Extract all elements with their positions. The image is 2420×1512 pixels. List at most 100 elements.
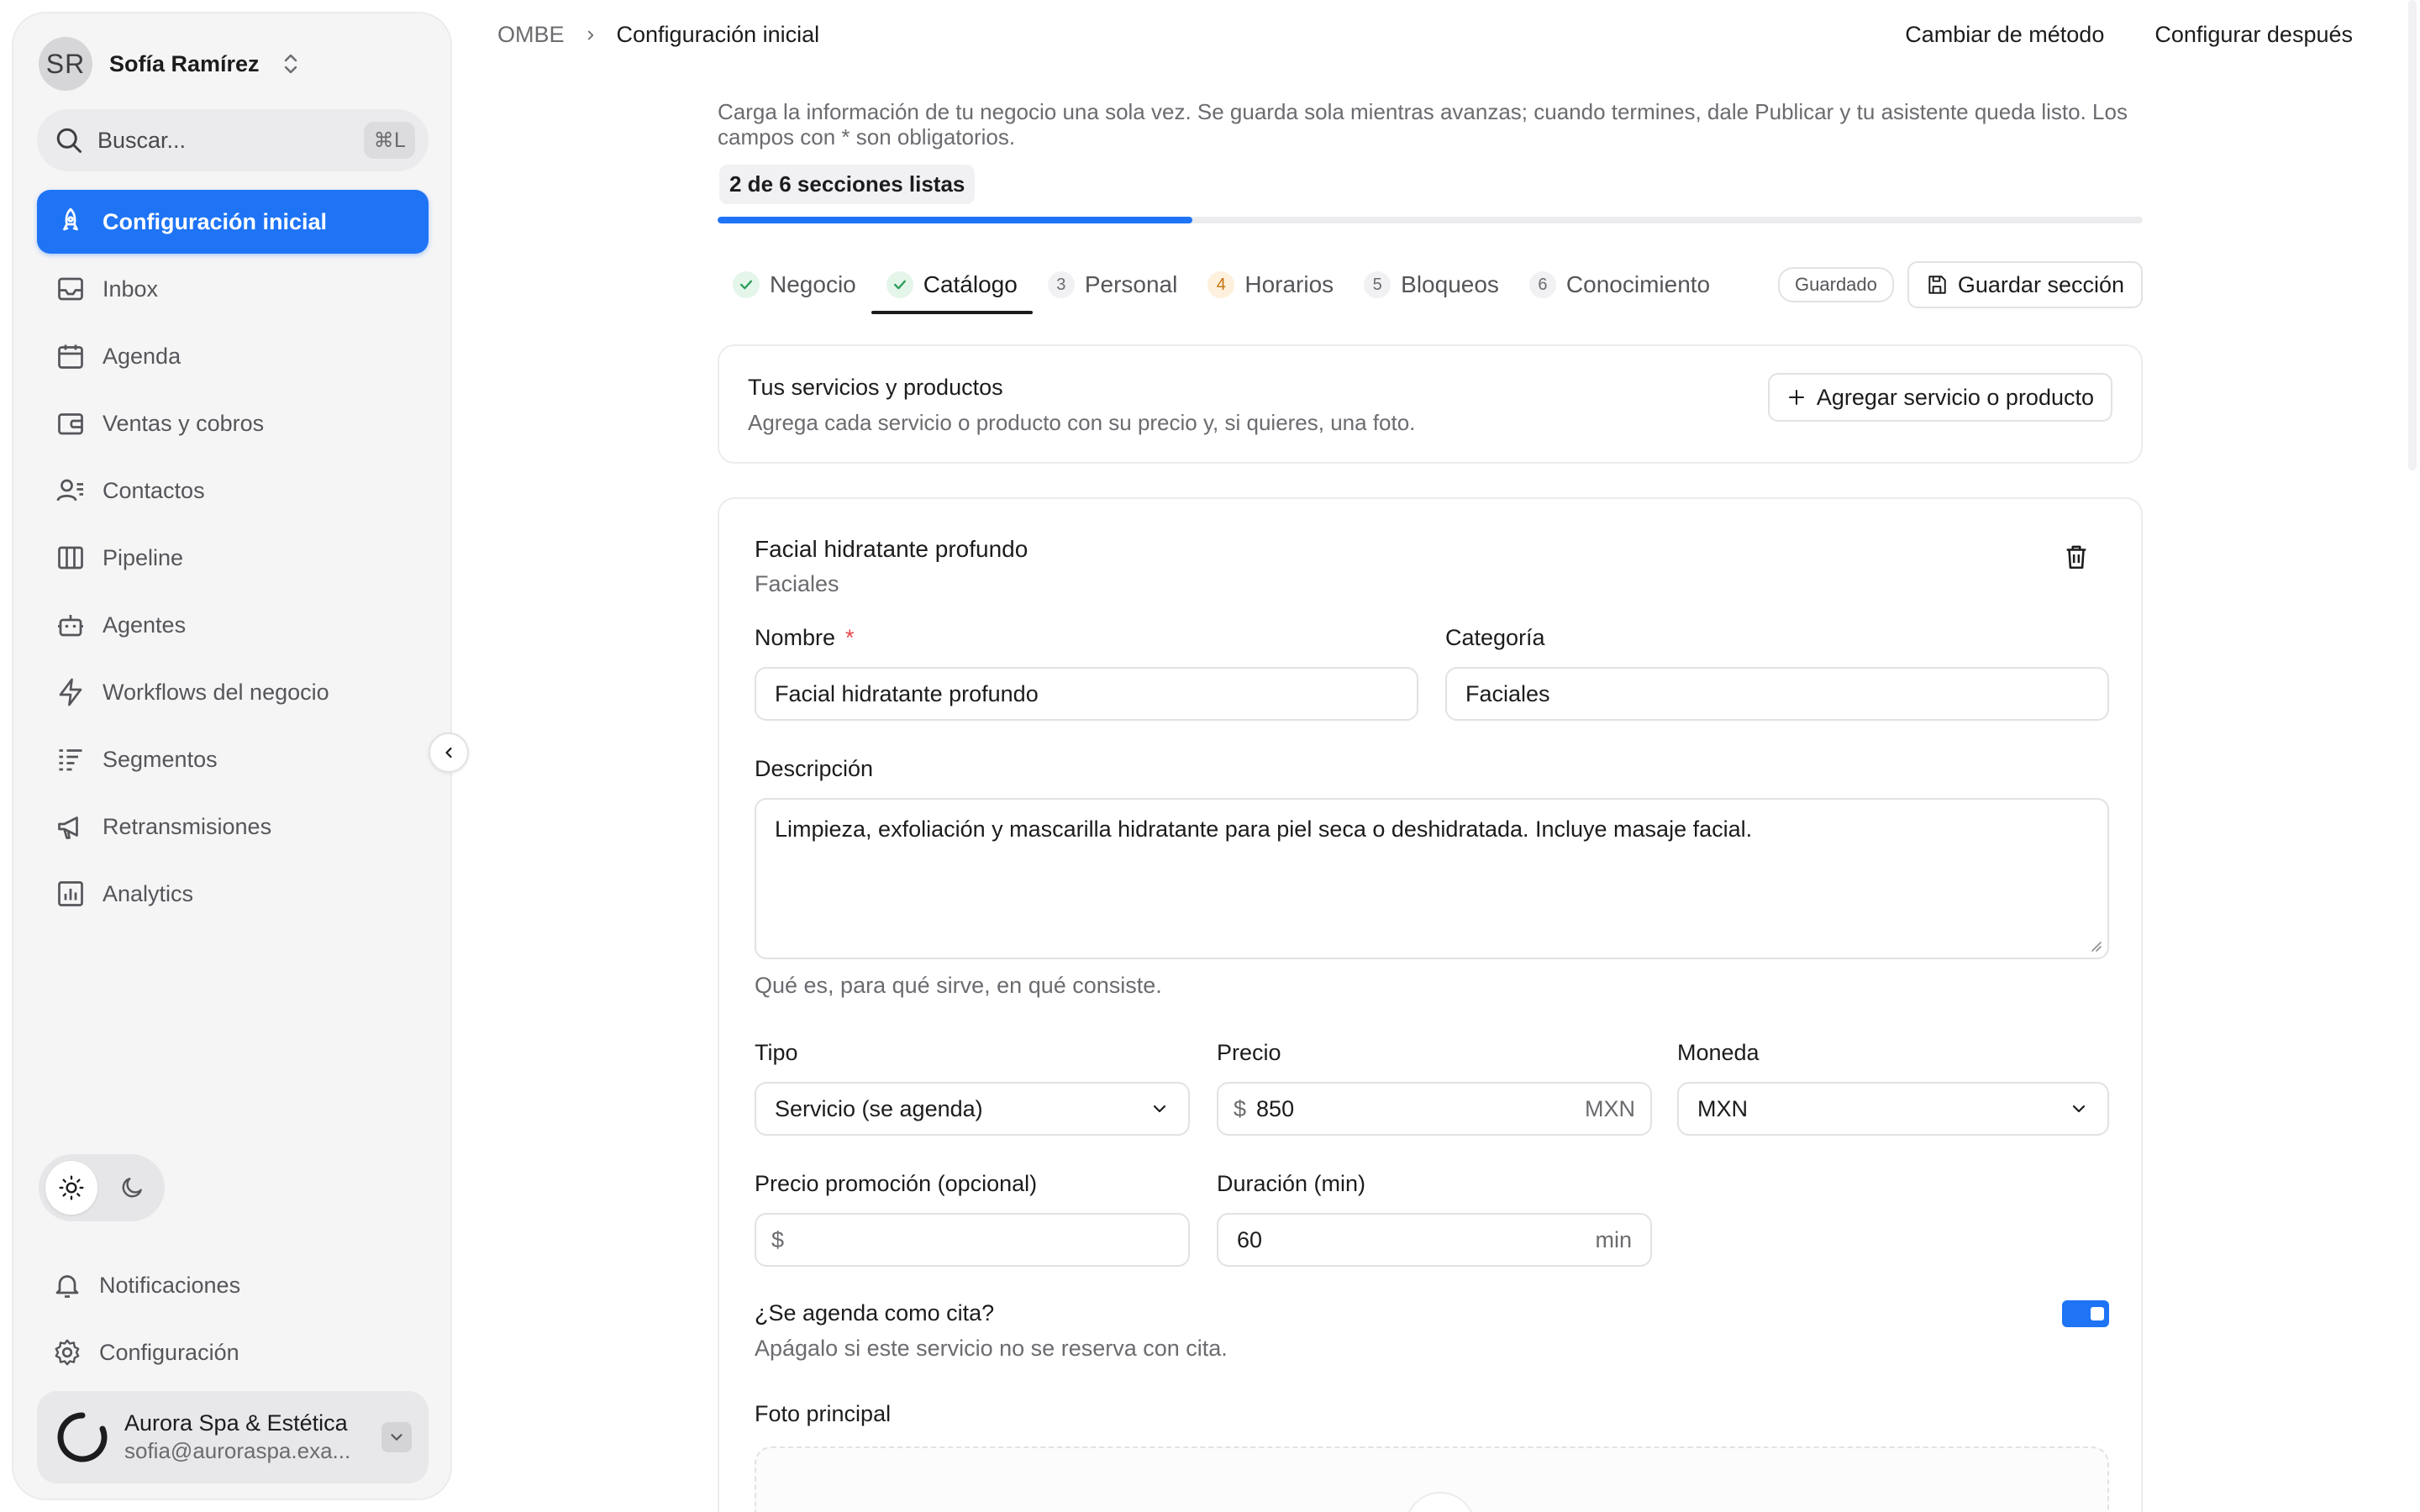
- add-service-button[interactable]: Agregar servicio o producto: [1767, 373, 2112, 422]
- collapse-sidebar-button[interactable]: [429, 732, 469, 773]
- org-switcher[interactable]: Aurora Spa & Estética sofia@auroraspa.ex…: [37, 1391, 429, 1483]
- sun-icon: [58, 1174, 85, 1201]
- chevron-updown-icon: [281, 52, 300, 76]
- price-field[interactable]: $ 850 MXN: [1217, 1082, 1652, 1136]
- search-placeholder: Buscar...: [97, 127, 187, 153]
- wallet-icon: [55, 408, 86, 438]
- bookable-toggle[interactable]: [2062, 1300, 2109, 1327]
- toggle-knob: [2091, 1307, 2104, 1320]
- promo-price-field[interactable]: $: [755, 1213, 1190, 1267]
- sidebar-item-label: Inbox: [103, 276, 159, 302]
- sidebar-item-workflows[interactable]: Workflows del negocio: [37, 660, 429, 724]
- name-label: Nombre *: [755, 625, 855, 651]
- sidebar-item-inbox[interactable]: Inbox: [37, 257, 429, 321]
- light-mode-button[interactable]: [45, 1161, 97, 1215]
- sidebar-item-configuracion-inicial[interactable]: Configuración inicial: [37, 190, 429, 254]
- check-icon: [886, 271, 913, 298]
- tab-label: Personal: [1084, 271, 1178, 297]
- inbox-icon: [55, 274, 86, 304]
- chevron-down-icon: [1150, 1099, 1170, 1119]
- theme-toggle: [39, 1154, 165, 1221]
- page-scrollbar[interactable]: [2408, 0, 2417, 470]
- progress-label: 2 de 6 secciones listas: [719, 165, 976, 204]
- sidebar-item-agentes[interactable]: Agentes: [37, 593, 429, 657]
- promo-price-prefix: $: [771, 1226, 785, 1252]
- breadcrumb-root[interactable]: OMBE: [497, 22, 565, 48]
- currency-select[interactable]: MXN: [1677, 1082, 2109, 1136]
- search-input[interactable]: Buscar... ⌘L: [37, 109, 429, 171]
- search-icon: [54, 125, 84, 155]
- description-hint: Qué es, para qué sirve, en qué consiste.: [755, 973, 1162, 998]
- sidebar-item-label: Pipeline: [103, 544, 184, 570]
- add-service-label: Agregar servicio o producto: [1816, 384, 2094, 410]
- dark-mode-button[interactable]: [106, 1161, 158, 1215]
- moon-icon: [118, 1174, 145, 1201]
- top-actions: Cambiar de método Configurar después: [1905, 22, 2353, 48]
- services-card: Tus servicios y productos Agrega cada se…: [718, 344, 2143, 464]
- category-field[interactable]: Faciales: [1445, 667, 2109, 721]
- type-select-value: Servicio (se agenda): [775, 1095, 983, 1121]
- sidebar-item-label: Ventas y cobros: [103, 410, 265, 436]
- tab-horarios[interactable]: 4 Horarios: [1192, 257, 1349, 312]
- notifications-label: Notificaciones: [99, 1272, 241, 1298]
- tab-conocimiento[interactable]: 6 Conocimiento: [1514, 257, 1725, 312]
- sidebar-item-analytics[interactable]: Analytics: [37, 862, 429, 926]
- tab-catalogo[interactable]: Catálogo: [871, 257, 1033, 314]
- sidebar-item-pipeline[interactable]: Pipeline: [37, 526, 429, 590]
- change-method-button[interactable]: Cambiar de método: [1905, 22, 2104, 48]
- duration-suffix: min: [1595, 1226, 1632, 1252]
- tab-step-badge: 4: [1207, 271, 1235, 298]
- services-subtitle: Agrega cada servicio o producto con su p…: [748, 410, 1416, 435]
- category-field-value: Faciales: [1465, 680, 1550, 706]
- sidebar-item-ventas[interactable]: Ventas y cobros: [37, 391, 429, 455]
- bookable-label: ¿Se agenda como cita?: [755, 1300, 995, 1326]
- saved-status-badge: Guardado: [1778, 267, 1894, 302]
- duration-field-value: 60: [1237, 1226, 1263, 1252]
- price-suffix: MXN: [1585, 1095, 1635, 1121]
- description-label: Descripción: [755, 756, 874, 781]
- org-email: sofia@auroraspa.exa...: [124, 1438, 351, 1463]
- chevron-down-icon: [2069, 1099, 2089, 1119]
- sidebar-item-agenda[interactable]: Agenda: [37, 324, 429, 388]
- settings-link[interactable]: Configuración: [37, 1319, 429, 1386]
- sidebar-item-contactos[interactable]: Contactos: [37, 459, 429, 522]
- sidebar-item-segmentos[interactable]: Segmentos: [37, 727, 429, 791]
- description-field[interactable]: Limpieza, exfoliación y mascarilla hidra…: [755, 798, 2109, 959]
- user-switcher[interactable]: SR Sofía Ramírez: [39, 37, 300, 91]
- photo-label: Foto principal: [755, 1401, 892, 1426]
- name-field[interactable]: Facial hidratante profundo: [755, 667, 1418, 721]
- configure-later-button[interactable]: Configurar después: [2154, 22, 2353, 48]
- breadcrumb: OMBE Configuración inicial: [497, 22, 819, 48]
- plus-icon: [1786, 387, 1807, 407]
- columns-icon: [55, 543, 86, 573]
- shortcut-badge: ⌘L: [363, 122, 415, 159]
- tab-personal[interactable]: 3 Personal: [1033, 257, 1193, 312]
- intro-text: Carga la información de tu negocio una s…: [718, 99, 2128, 150]
- resize-handle-icon[interactable]: [2089, 939, 2102, 953]
- type-select[interactable]: Servicio (se agenda): [755, 1082, 1190, 1136]
- duration-field[interactable]: 60 min: [1217, 1213, 1652, 1267]
- sidebar-item-label: Analytics: [103, 880, 194, 906]
- save-section-button[interactable]: Guardar sección: [1907, 261, 2143, 308]
- price-field-value: 850: [1256, 1095, 1295, 1121]
- tab-negocio[interactable]: Negocio: [718, 257, 871, 312]
- sidebar-item-retransmisiones[interactable]: Retransmisiones: [37, 795, 429, 858]
- services-title: Tus servicios y productos: [748, 375, 1003, 400]
- notifications-link[interactable]: Notificaciones: [37, 1252, 429, 1319]
- sidebar-item-label: Segmentos: [103, 746, 218, 772]
- tab-bloqueos[interactable]: 5 Bloqueos: [1349, 257, 1514, 312]
- upload-icon: [1405, 1492, 1476, 1512]
- settings-label: Configuración: [99, 1339, 239, 1365]
- bolt-icon: [55, 677, 86, 707]
- service-item-card: Facial hidratante profundo Faciales Nomb…: [718, 497, 2143, 1512]
- tab-label: Bloqueos: [1401, 271, 1499, 297]
- rocket-icon: [55, 207, 86, 237]
- tab-step-badge: 5: [1364, 271, 1392, 298]
- photo-dropzone[interactable]: [755, 1446, 2109, 1512]
- tab-label: Catálogo: [923, 271, 1018, 297]
- breadcrumb-current: Configuración inicial: [616, 22, 820, 47]
- promo-price-label: Precio promoción (opcional): [755, 1171, 1038, 1196]
- trash-icon[interactable]: [2062, 543, 2091, 571]
- save-icon: [1926, 274, 1948, 296]
- category-label: Categoría: [1445, 625, 1545, 650]
